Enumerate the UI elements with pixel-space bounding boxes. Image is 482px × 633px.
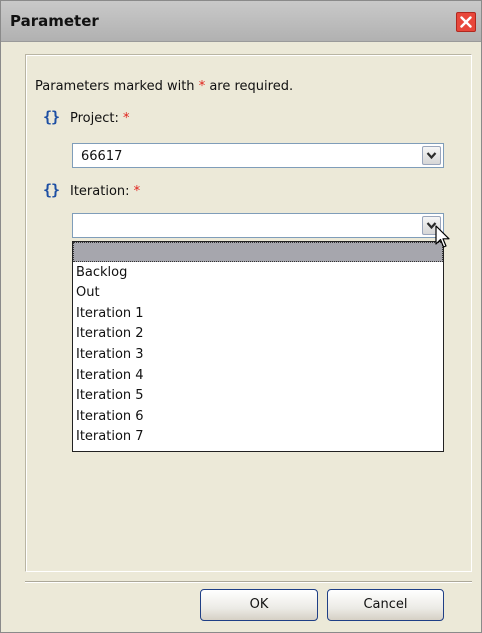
dropdown-option[interactable]: Iteration 4: [73, 366, 443, 386]
project-select[interactable]: 66617: [72, 143, 444, 168]
iteration-label: Iteration: *: [70, 184, 140, 199]
required-note-prefix: Parameters marked with: [35, 79, 199, 94]
parameter-dialog: Parameter Parameters marked with * are r…: [0, 0, 482, 633]
dialog-title: Parameter: [10, 12, 99, 30]
dropdown-option[interactable]: Out: [73, 283, 443, 303]
iteration-required-star: *: [133, 184, 141, 199]
required-note-suffix: are required.: [205, 79, 294, 94]
dropdown-option-empty[interactable]: [73, 242, 443, 262]
project-select-dropdown-button[interactable]: [422, 146, 441, 165]
ok-button[interactable]: OK: [200, 589, 318, 621]
mouse-cursor-icon: [435, 225, 450, 248]
footer-separator: [25, 581, 472, 583]
dropdown-option[interactable]: Iteration 3: [73, 345, 443, 365]
required-note: Parameters marked with * are required.: [35, 79, 293, 94]
curly-braces-icon: {}: [43, 108, 60, 126]
dropdown-option[interactable]: Iteration 2: [73, 324, 443, 344]
project-select-value: 66617: [81, 149, 123, 164]
title-bar[interactable]: Parameter: [1, 1, 481, 42]
dropdown-option[interactable]: Iteration 5: [73, 386, 443, 406]
cancel-button[interactable]: Cancel: [327, 589, 444, 621]
project-required-star: *: [123, 111, 130, 126]
close-button[interactable]: [456, 12, 476, 32]
dropdown-option[interactable]: Iteration 1: [73, 304, 443, 324]
chevron-down-icon: [426, 152, 437, 160]
iteration-dropdown-list[interactable]: Backlog Out Iteration 1 Iteration 2 Iter…: [72, 241, 444, 452]
iteration-select[interactable]: [72, 213, 444, 238]
close-icon: [460, 16, 472, 28]
dropdown-option[interactable]: Iteration 7: [73, 427, 443, 447]
project-label: Project: *: [70, 111, 130, 126]
dropdown-option[interactable]: Backlog: [73, 263, 443, 283]
curly-braces-icon: {}: [43, 181, 60, 199]
dropdown-option[interactable]: Iteration 6: [73, 407, 443, 427]
iteration-label-text: Iteration:: [70, 184, 130, 199]
project-label-text: Project:: [70, 111, 119, 126]
